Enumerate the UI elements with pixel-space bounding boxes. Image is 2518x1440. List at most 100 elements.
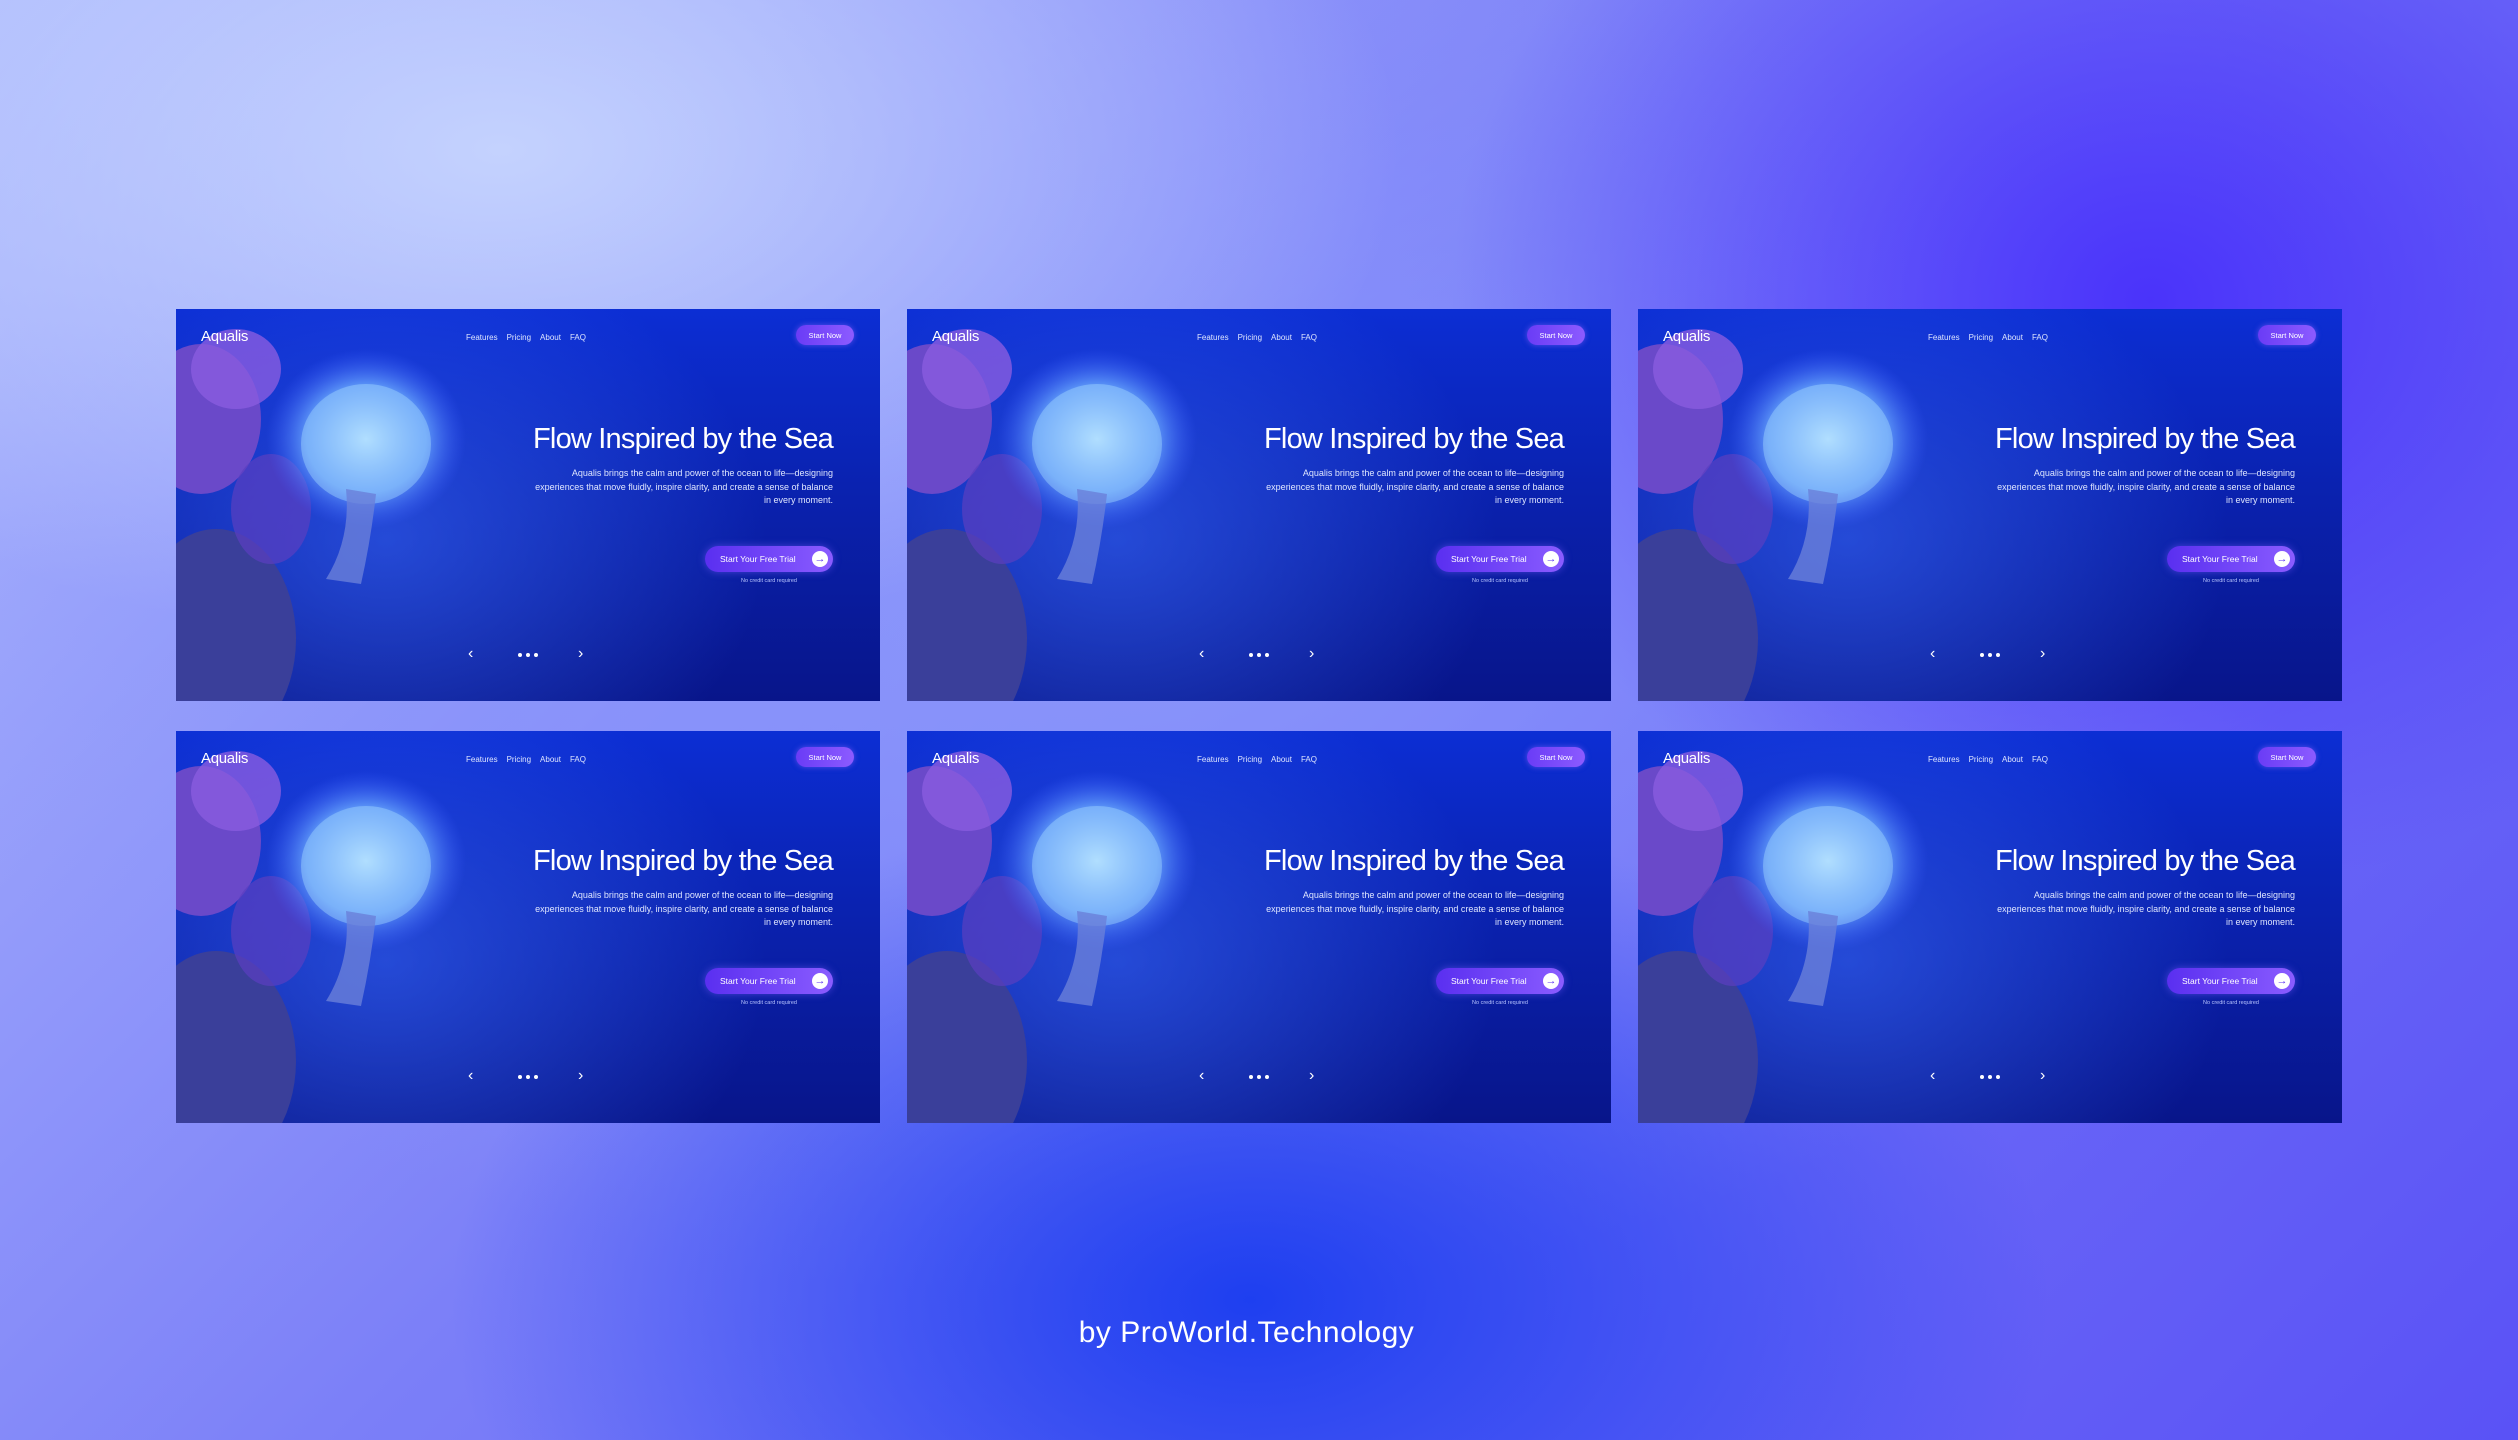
nav-link-features[interactable]: Features (1197, 755, 1229, 764)
author-credit: by ProWorld.Technology (1078, 1316, 1415, 1349)
hero-title: Flow Inspired by the Sea (1264, 845, 1565, 877)
sea-anemone-image (1638, 751, 1928, 1123)
free-trial-button[interactable]: Start Your Free Trial → (1436, 546, 1564, 572)
free-trial-label: Start Your Free Trial (1451, 554, 1527, 564)
chevron-right-icon[interactable]: › (578, 1066, 583, 1086)
top-nav: Aqualis Features Pricing About FAQ Start… (176, 309, 880, 345)
slider-controls: ‹ › (466, 1066, 596, 1086)
start-now-button[interactable]: Start Now (796, 747, 854, 767)
brand-logo[interactable]: Aqualis (1663, 328, 1710, 345)
nav-link-about[interactable]: About (540, 755, 561, 764)
nav-link-features[interactable]: Features (1928, 755, 1960, 764)
free-trial-button[interactable]: Start Your Free Trial → (2167, 546, 2295, 572)
nav-link-about[interactable]: About (1271, 755, 1292, 764)
chevron-left-icon[interactable]: ‹ (468, 644, 473, 664)
free-trial-label: Start Your Free Trial (2182, 554, 2258, 564)
chevron-right-icon[interactable]: › (1309, 644, 1314, 664)
nav-link-pricing[interactable]: Pricing (1238, 333, 1262, 342)
hero-description: Aqualis brings the calm and power of the… (1266, 468, 1564, 505)
landing-page-mockup-1: Aqualis Features Pricing About FAQ Start… (176, 309, 880, 701)
free-trial-button[interactable]: Start Your Free Trial → (2167, 968, 2295, 994)
nav-link-faq[interactable]: FAQ (1301, 755, 1317, 764)
top-nav: Aqualis Features Pricing About FAQ Start… (1638, 731, 2342, 767)
nav-link-faq[interactable]: FAQ (1301, 333, 1317, 342)
chevron-right-icon[interactable]: › (2040, 1066, 2045, 1086)
no-credit-card-note: No credit card required (1472, 578, 1528, 584)
nav-link-pricing[interactable]: Pricing (1969, 755, 1993, 764)
nav-link-pricing[interactable]: Pricing (507, 755, 531, 764)
nav-link-about[interactable]: About (540, 333, 561, 342)
nav-link-faq[interactable]: FAQ (2032, 755, 2048, 764)
landing-page-mockup-2: Aqualis Features Pricing About FAQ Start… (907, 309, 1611, 701)
start-now-button[interactable]: Start Now (1527, 325, 1585, 345)
nav-link-features[interactable]: Features (466, 755, 498, 764)
pagination-dots-icon[interactable] (1980, 653, 2000, 657)
nav-menu: Features Pricing About FAQ (1928, 333, 2048, 342)
pagination-dots-icon[interactable] (518, 653, 538, 657)
no-credit-card-note: No credit card required (741, 578, 797, 584)
slider-controls: ‹ › (1928, 1066, 2058, 1086)
chevron-right-icon[interactable]: › (2040, 644, 2045, 664)
free-trial-button[interactable]: Start Your Free Trial → (705, 968, 833, 994)
slider-controls: ‹ › (466, 644, 596, 664)
top-nav: Aqualis Features Pricing About FAQ Start… (176, 731, 880, 767)
arrow-right-circle-icon: → (1543, 973, 1559, 989)
nav-link-features[interactable]: Features (466, 333, 498, 342)
hero-description: Aqualis brings the calm and power of the… (1266, 890, 1564, 927)
sea-anemone-image (907, 329, 1197, 701)
nav-link-about[interactable]: About (2002, 333, 2023, 342)
nav-link-faq[interactable]: FAQ (2032, 333, 2048, 342)
start-now-button[interactable]: Start Now (2258, 747, 2316, 767)
top-nav: Aqualis Features Pricing About FAQ Start… (907, 309, 1611, 345)
brand-logo[interactable]: Aqualis (201, 328, 248, 345)
brand-logo[interactable]: Aqualis (201, 750, 248, 767)
hero-description: Aqualis brings the calm and power of the… (1997, 890, 2295, 927)
mockup-grid: Aqualis Features Pricing About FAQ Start… (0, 0, 2518, 1440)
chevron-right-icon[interactable]: › (1309, 1066, 1314, 1086)
nav-link-features[interactable]: Features (1928, 333, 1960, 342)
nav-link-pricing[interactable]: Pricing (507, 333, 531, 342)
top-nav: Aqualis Features Pricing About FAQ Start… (1638, 309, 2342, 345)
start-now-button[interactable]: Start Now (796, 325, 854, 345)
nav-link-faq[interactable]: FAQ (570, 755, 586, 764)
pagination-dots-icon[interactable] (1249, 653, 1269, 657)
pagination-dots-icon[interactable] (1249, 1075, 1269, 1079)
nav-link-about[interactable]: About (2002, 755, 2023, 764)
sea-anemone-image (176, 751, 466, 1123)
nav-link-faq[interactable]: FAQ (570, 333, 586, 342)
brand-logo[interactable]: Aqualis (932, 750, 979, 767)
chevron-right-icon[interactable]: › (578, 644, 583, 664)
brand-logo[interactable]: Aqualis (1663, 750, 1710, 767)
chevron-left-icon[interactable]: ‹ (468, 1066, 473, 1086)
arrow-right-circle-icon: → (2274, 551, 2290, 567)
no-credit-card-note: No credit card required (1472, 1000, 1528, 1006)
nav-link-about[interactable]: About (1271, 333, 1292, 342)
chevron-left-icon[interactable]: ‹ (1930, 644, 1935, 664)
nav-menu: Features Pricing About FAQ (466, 333, 586, 342)
brand-logo[interactable]: Aqualis (932, 328, 979, 345)
start-now-button[interactable]: Start Now (2258, 325, 2316, 345)
chevron-left-icon[interactable]: ‹ (1930, 1066, 1935, 1086)
free-trial-button[interactable]: Start Your Free Trial → (1436, 968, 1564, 994)
slider-controls: ‹ › (1928, 644, 2058, 664)
no-credit-card-note: No credit card required (2203, 1000, 2259, 1006)
landing-page-mockup-3: Aqualis Features Pricing About FAQ Start… (1638, 309, 2342, 701)
landing-page-mockup-5: Aqualis Features Pricing About FAQ Start… (907, 731, 1611, 1123)
arrow-right-circle-icon: → (1543, 551, 1559, 567)
top-nav: Aqualis Features Pricing About FAQ Start… (907, 731, 1611, 767)
chevron-left-icon[interactable]: ‹ (1199, 644, 1204, 664)
slider-controls: ‹ › (1197, 644, 1327, 664)
arrow-right-circle-icon: → (812, 551, 828, 567)
arrow-right-circle-icon: → (2274, 973, 2290, 989)
hero-title: Flow Inspired by the Sea (533, 845, 834, 877)
free-trial-button[interactable]: Start Your Free Trial → (705, 546, 833, 572)
nav-link-pricing[interactable]: Pricing (1969, 333, 1993, 342)
start-now-button[interactable]: Start Now (1527, 747, 1585, 767)
pagination-dots-icon[interactable] (518, 1075, 538, 1079)
pagination-dots-icon[interactable] (1980, 1075, 2000, 1079)
free-trial-label: Start Your Free Trial (720, 554, 796, 564)
nav-link-pricing[interactable]: Pricing (1238, 755, 1262, 764)
chevron-left-icon[interactable]: ‹ (1199, 1066, 1204, 1086)
hero-description: Aqualis brings the calm and power of the… (535, 468, 833, 505)
nav-link-features[interactable]: Features (1197, 333, 1229, 342)
